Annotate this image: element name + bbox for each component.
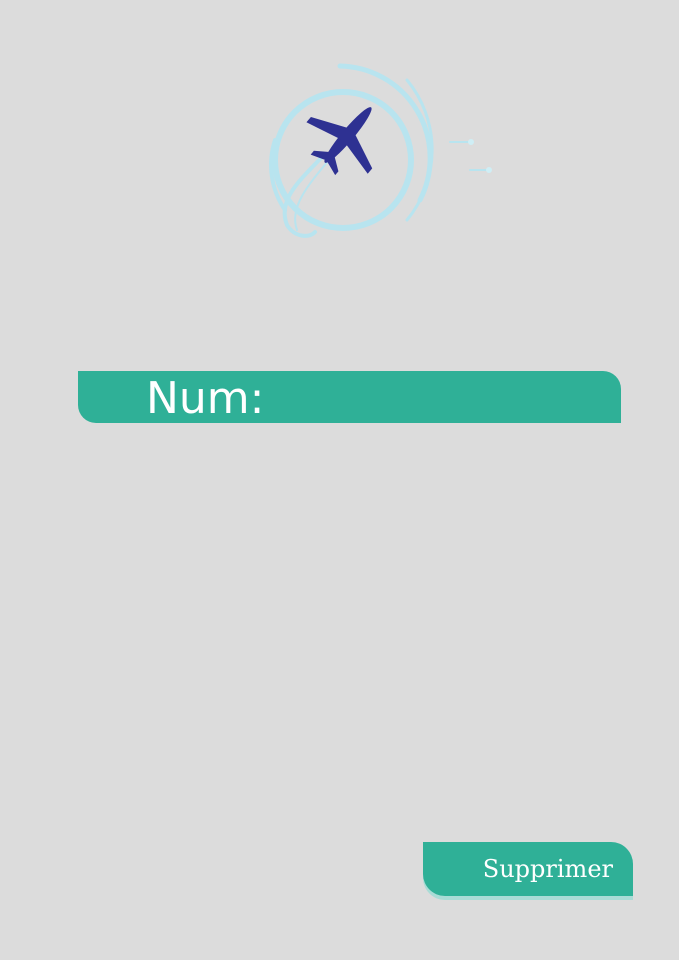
airplane-icon (269, 63, 492, 238)
airplane-logo (245, 60, 505, 245)
delete-button-wrapper: Supprimer (423, 842, 633, 900)
delete-button[interactable]: Supprimer (423, 842, 633, 896)
num-label: Num: (146, 373, 265, 424)
num-field-bar: Num: (78, 371, 621, 424)
